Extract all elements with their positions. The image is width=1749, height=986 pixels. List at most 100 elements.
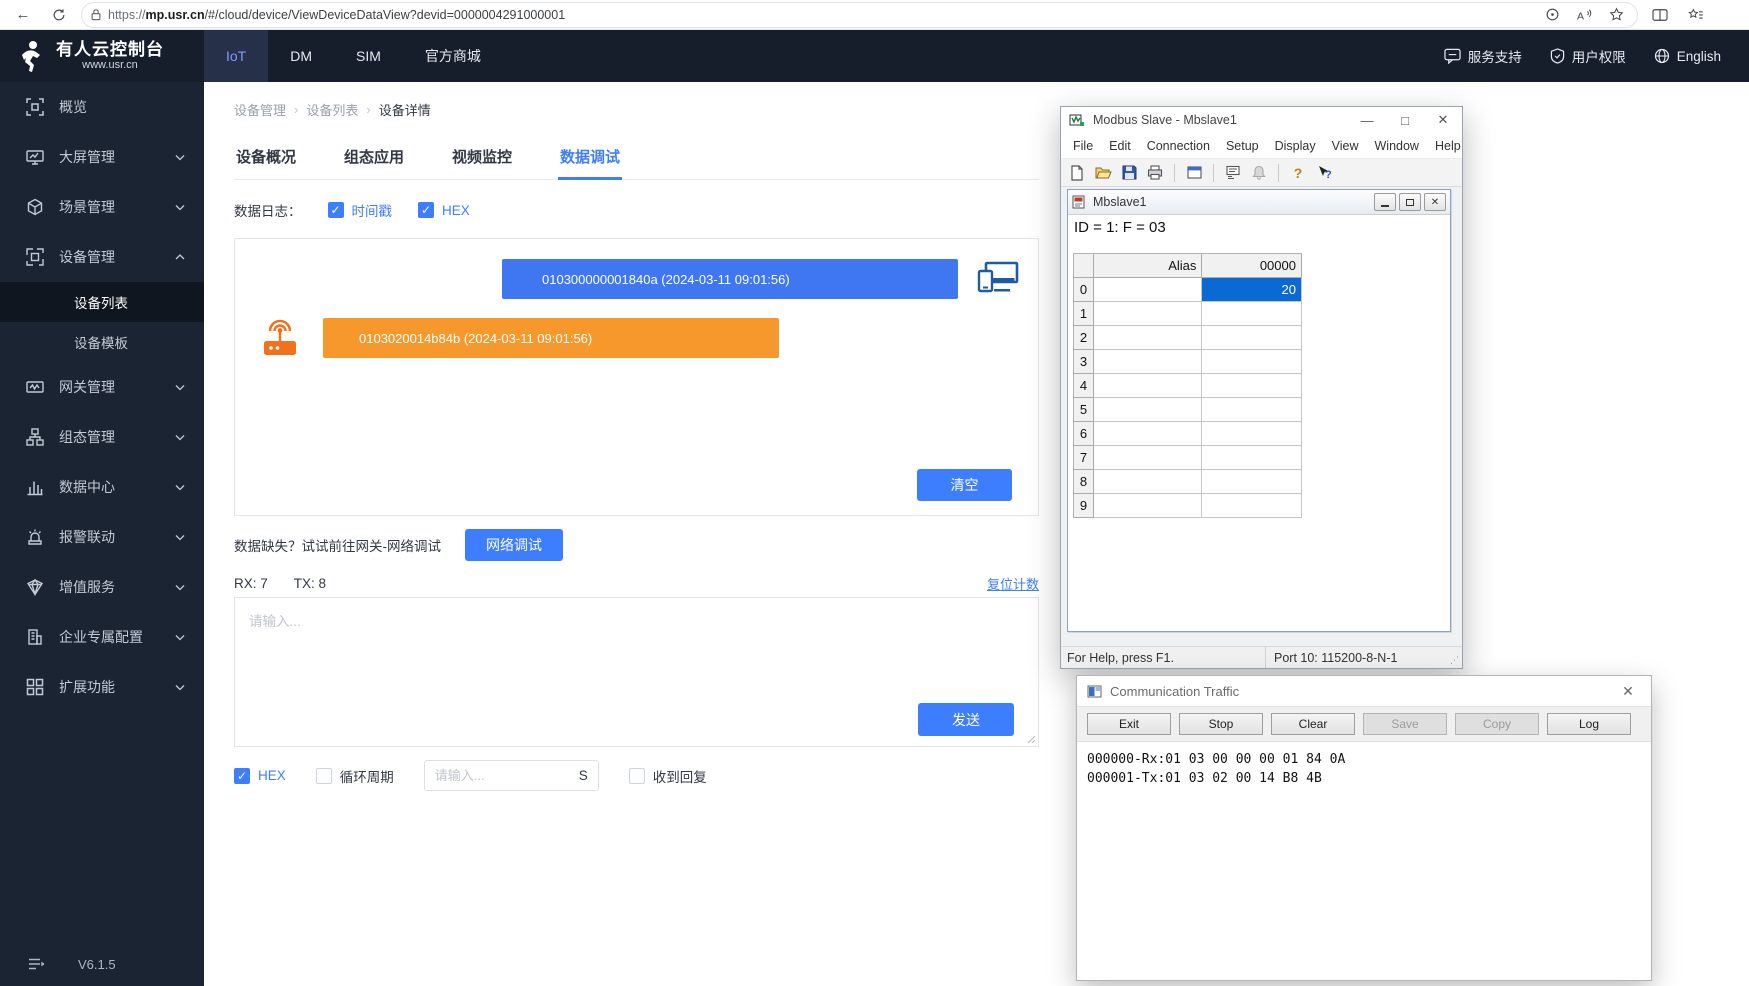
value-cell[interactable] bbox=[1202, 326, 1302, 350]
service-support[interactable]: 服务支持 bbox=[1444, 46, 1522, 66]
hex-display-checkbox[interactable]: ✓ HEX bbox=[418, 202, 470, 218]
split-screen-icon[interactable] bbox=[1647, 3, 1673, 27]
tab-device-overview[interactable]: 设备概况 bbox=[234, 134, 298, 179]
nav-tab-sim[interactable]: SIM bbox=[334, 30, 403, 82]
checkbox-checked-icon[interactable]: ✓ bbox=[328, 202, 344, 218]
log-button[interactable]: Log bbox=[1547, 713, 1631, 735]
value-cell-selected[interactable]: 20 bbox=[1202, 278, 1302, 302]
mbslave1-child-window[interactable]: Mbslave1 ✕ ID = 1: F = 03 Alias 00000 bbox=[1067, 189, 1451, 632]
menu-help[interactable]: Help bbox=[1427, 139, 1469, 153]
sidebar-item-scada-mgmt[interactable]: 组态管理 bbox=[0, 412, 204, 462]
checkbox-checked-icon[interactable]: ✓ bbox=[418, 202, 434, 218]
hex-send-checkbox[interactable]: ✓ HEX bbox=[234, 768, 286, 784]
sidebar-item-screen-mgmt[interactable]: 大屏管理 bbox=[0, 132, 204, 182]
stop-button[interactable]: Stop bbox=[1179, 713, 1263, 735]
context-help-icon[interactable]: ? bbox=[1314, 163, 1334, 183]
communication-traffic-window[interactable]: Communication Traffic ✕ Exit Stop Clear … bbox=[1076, 675, 1652, 981]
minimize-icon[interactable]: — bbox=[1348, 107, 1386, 133]
alias-cell[interactable] bbox=[1094, 494, 1203, 518]
modbus-titlebar[interactable]: Modbus Slave - Mbslave1 — □ ✕ bbox=[1061, 107, 1462, 133]
checkbox-unchecked-icon[interactable] bbox=[629, 768, 645, 784]
back-icon[interactable]: ← bbox=[10, 3, 36, 27]
grid-col-00000[interactable]: 00000 bbox=[1202, 254, 1302, 278]
sidebar-item-value-added[interactable]: 增值服务 bbox=[0, 562, 204, 612]
user-permissions[interactable]: 用户权限 bbox=[1550, 46, 1626, 66]
open-file-icon[interactable] bbox=[1093, 163, 1113, 183]
exit-button[interactable]: Exit bbox=[1087, 713, 1171, 735]
sidebar-item-device-template[interactable]: 设备模板 bbox=[0, 322, 204, 362]
favorites-bar-icon[interactable] bbox=[1683, 3, 1709, 27]
sidebar-item-overview[interactable]: 概览 bbox=[0, 82, 204, 132]
alias-cell[interactable] bbox=[1094, 350, 1203, 374]
sidebar-item-gateway-mgmt[interactable]: 网关管理 bbox=[0, 362, 204, 412]
checkbox-unchecked-icon[interactable] bbox=[316, 768, 332, 784]
alias-cell[interactable] bbox=[1094, 446, 1203, 470]
traffic-titlebar[interactable]: Communication Traffic ✕ bbox=[1077, 676, 1651, 706]
alias-cell[interactable] bbox=[1094, 422, 1203, 446]
child-restore-icon[interactable] bbox=[1399, 193, 1421, 211]
sidebar-item-extensions[interactable]: 扩展功能 bbox=[0, 662, 204, 712]
sidebar-item-data-center[interactable]: 数据中心 bbox=[0, 462, 204, 512]
value-cell[interactable] bbox=[1202, 302, 1302, 326]
value-cell[interactable] bbox=[1202, 494, 1302, 518]
menu-view[interactable]: View bbox=[1324, 139, 1367, 153]
grid-col-alias[interactable]: Alias bbox=[1094, 254, 1203, 278]
checkbox-checked-icon[interactable]: ✓ bbox=[234, 768, 250, 784]
save-file-icon[interactable] bbox=[1119, 163, 1139, 183]
resize-grip-icon[interactable] bbox=[1025, 733, 1036, 744]
sidebar-item-alarm-linkage[interactable]: 报警联动 bbox=[0, 512, 204, 562]
menu-connection[interactable]: Connection bbox=[1139, 139, 1218, 153]
value-cell[interactable] bbox=[1202, 422, 1302, 446]
tab-scada-app[interactable]: 组态应用 bbox=[342, 134, 406, 179]
comm-monitor-icon[interactable] bbox=[1223, 163, 1243, 183]
network-debug-button[interactable]: 网络调试 bbox=[465, 529, 563, 561]
tab-data-debug[interactable]: 数据调试 bbox=[558, 134, 622, 179]
menu-file[interactable]: File bbox=[1065, 139, 1101, 153]
sidebar-item-device-list[interactable]: 设备列表 bbox=[0, 282, 204, 322]
clear-log-button[interactable]: 清空 bbox=[917, 469, 1012, 501]
nav-tab-mall[interactable]: 官方商城 bbox=[403, 30, 503, 82]
menu-window[interactable]: Window bbox=[1367, 139, 1427, 153]
modbus-slave-window[interactable]: Modbus Slave - Mbslave1 — □ ✕ File Edit … bbox=[1060, 106, 1463, 669]
alias-cell[interactable] bbox=[1094, 326, 1203, 350]
alias-cell[interactable] bbox=[1094, 302, 1203, 326]
sidebar-item-enterprise-config[interactable]: 企业专属配置 bbox=[0, 612, 204, 662]
cycle-period-input[interactable] bbox=[435, 768, 573, 783]
menu-edit[interactable]: Edit bbox=[1101, 139, 1139, 153]
help-icon[interactable]: ? bbox=[1288, 163, 1308, 183]
timestamp-checkbox[interactable]: ✓ 时间戳 bbox=[328, 200, 393, 220]
value-cell[interactable] bbox=[1202, 350, 1302, 374]
favorite-star-icon[interactable] bbox=[1603, 3, 1629, 27]
nav-tab-iot[interactable]: IoT bbox=[204, 30, 268, 82]
breadcrumb-device-list[interactable]: 设备列表 bbox=[306, 100, 358, 119]
close-icon[interactable]: ✕ bbox=[1615, 683, 1641, 700]
print-icon[interactable] bbox=[1145, 163, 1165, 183]
traffic-log-content[interactable]: 000000-Rx:01 03 00 00 00 01 84 0A 000001… bbox=[1077, 742, 1651, 980]
nav-tab-dm[interactable]: DM bbox=[268, 30, 334, 82]
clear-button[interactable]: Clear bbox=[1271, 713, 1355, 735]
refresh-icon[interactable] bbox=[46, 3, 72, 27]
alias-cell[interactable] bbox=[1094, 470, 1203, 494]
sidebar-item-device-mgmt[interactable]: 设备管理 bbox=[0, 232, 204, 282]
value-cell[interactable] bbox=[1202, 398, 1302, 422]
value-cell[interactable] bbox=[1202, 374, 1302, 398]
alias-cell[interactable] bbox=[1094, 374, 1203, 398]
address-bar[interactable]: https://mp.usr.cn/#/cloud/device/ViewDev… bbox=[82, 3, 1637, 27]
display-settings-icon[interactable] bbox=[1184, 163, 1204, 183]
new-file-icon[interactable] bbox=[1067, 163, 1087, 183]
reset-counter-link[interactable]: 复位计数 bbox=[987, 574, 1039, 593]
window-resize-grip-icon[interactable]: ⋰ bbox=[1450, 655, 1460, 666]
cycle-checkbox[interactable]: 循环周期 bbox=[316, 766, 394, 786]
location-icon[interactable] bbox=[1539, 3, 1565, 27]
value-cell[interactable] bbox=[1202, 470, 1302, 494]
menu-display[interactable]: Display bbox=[1267, 139, 1324, 153]
close-icon[interactable]: ✕ bbox=[1424, 107, 1462, 133]
tab-video-monitor[interactable]: 视频监控 bbox=[450, 134, 514, 179]
sidebar-item-scene-mgmt[interactable]: 场景管理 bbox=[0, 182, 204, 232]
logo[interactable]: 有人云控制台 www.usr.cn bbox=[0, 39, 204, 73]
reply-checkbox[interactable]: 收到回复 bbox=[629, 766, 707, 786]
breadcrumb-device-mgmt[interactable]: 设备管理 bbox=[234, 100, 286, 119]
child-close-icon[interactable]: ✕ bbox=[1424, 193, 1446, 211]
language-switch[interactable]: English bbox=[1654, 48, 1721, 64]
value-cell[interactable] bbox=[1202, 446, 1302, 470]
